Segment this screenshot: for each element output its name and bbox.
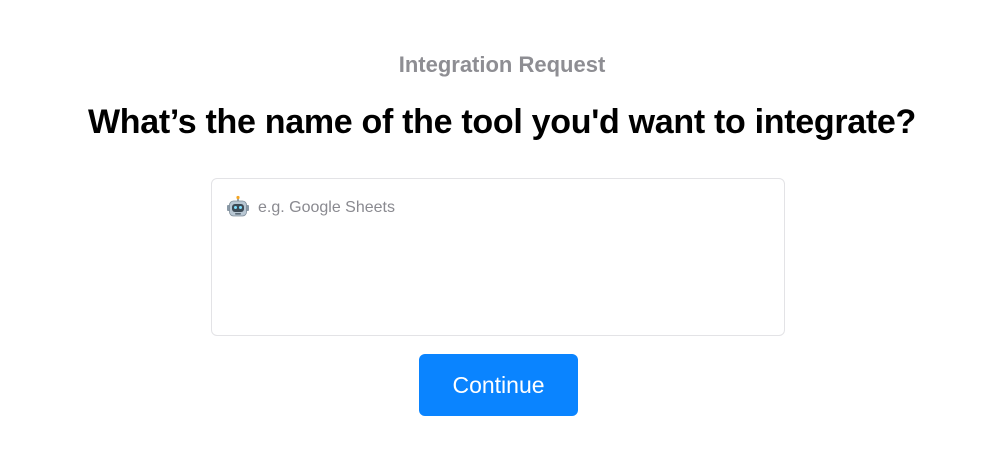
tool-name-field[interactable] — [211, 178, 785, 336]
continue-button[interactable]: Continue — [419, 354, 578, 416]
page-title: What’s the name of the tool you'd want t… — [87, 103, 916, 141]
integration-request-page: Integration Request What’s the name of t… — [0, 0, 1004, 473]
tool-name-input[interactable] — [258, 193, 768, 327]
robot-icon — [226, 195, 250, 219]
page-eyebrow: Integration Request — [398, 52, 606, 77]
